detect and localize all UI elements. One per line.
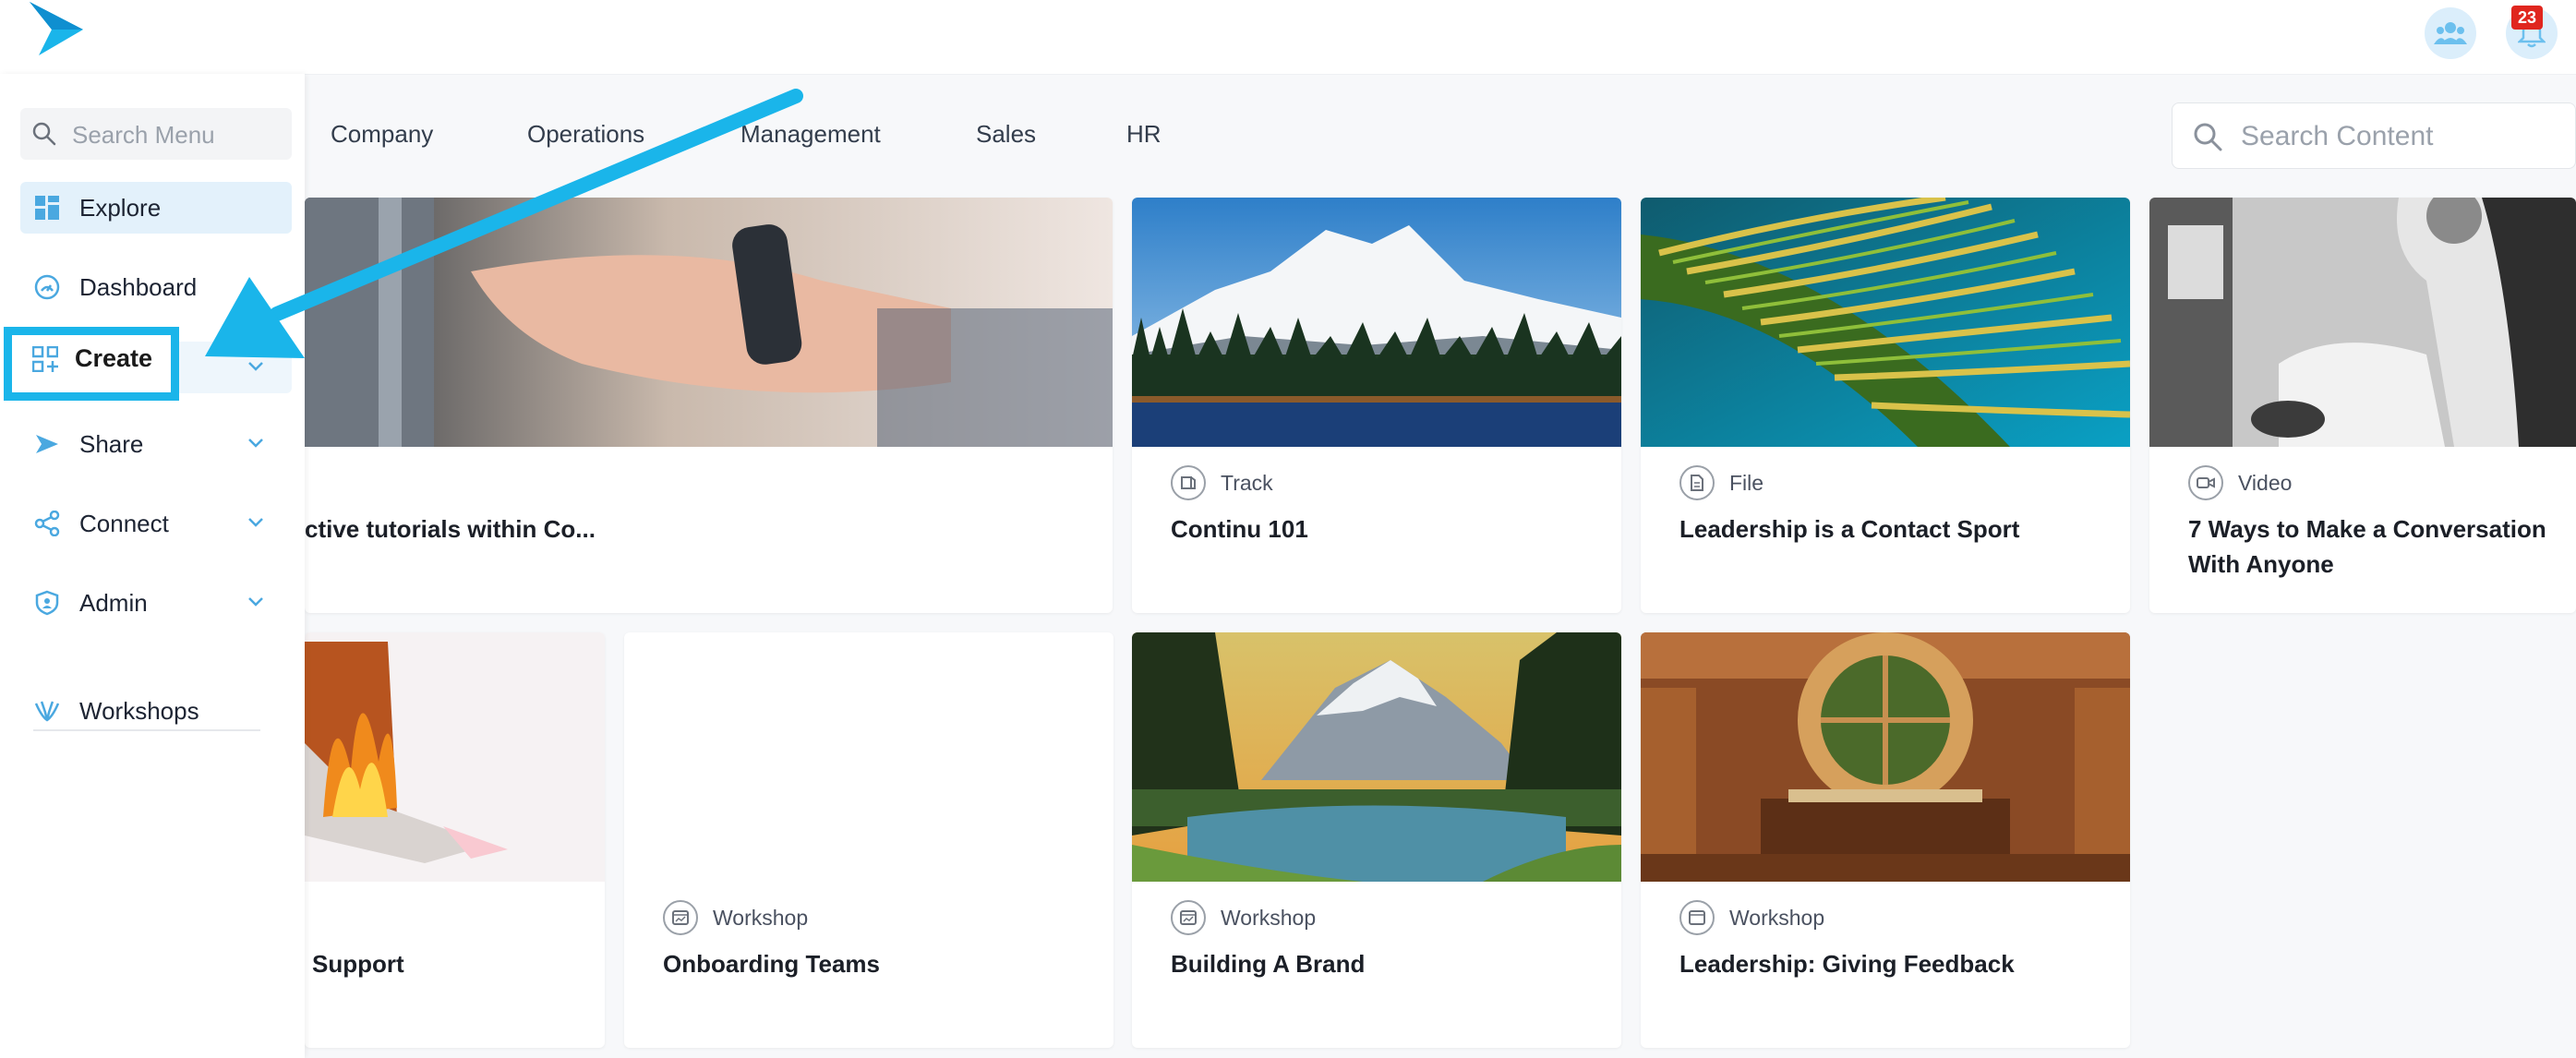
track-icon [1171, 465, 1206, 500]
card-thumbnail [1641, 632, 2130, 882]
tab-company[interactable]: Company [331, 120, 433, 149]
sidebar-item-label: Workshops [79, 696, 199, 725]
workshop-icon [1171, 900, 1206, 935]
card-type: Workshop [663, 900, 808, 935]
card-thumbnail [1132, 198, 1621, 447]
card-type: File [1679, 465, 1763, 500]
tab-sales[interactable]: Sales [976, 120, 1036, 149]
card-type-label: Track [1221, 470, 1273, 495]
card-title: Onboarding Teams [663, 950, 880, 978]
content-card[interactable]: Workshop Leadership: Giving Feedback [1641, 632, 2130, 1048]
sidebar-item-label: Explore [79, 193, 162, 222]
tab-management[interactable]: Management [740, 120, 881, 149]
chevron-down-icon [248, 362, 263, 371]
content-search[interactable] [2172, 102, 2576, 170]
notification-badge: 23 [2511, 6, 2543, 30]
sidebar-item-label: Admin [79, 588, 148, 617]
card-title: Continu 101 [1171, 515, 1308, 543]
sidebar-item-label: Dashboard [79, 272, 198, 301]
logo-icon[interactable] [28, 2, 85, 57]
sidebar-item-connect[interactable]: Connect [20, 498, 292, 549]
sidebar-item-share[interactable]: Share [20, 418, 292, 470]
search-menu-input[interactable] [70, 108, 286, 162]
sidebar-item-label: Create [75, 344, 153, 372]
card-type-label: File [1729, 470, 1764, 495]
dashboard-icon [33, 273, 61, 301]
sidebar-item-explore[interactable]: Explore [20, 182, 292, 234]
card-type: Video [2188, 465, 2292, 500]
card-title: Building A Brand [1171, 950, 1366, 978]
sidebar-item-admin[interactable]: Admin [20, 577, 292, 629]
sidebar-item-label: Share [79, 429, 144, 458]
share-icon [33, 430, 61, 458]
search-icon [32, 122, 56, 146]
search-icon [2194, 123, 2222, 151]
card-title: 7 Ways to Make a Conversation With Anyon… [2188, 515, 2546, 578]
card-title: ctive tutorials within Co... [305, 515, 596, 543]
create-icon [32, 345, 60, 373]
card-type-label: Workshop [1221, 905, 1317, 930]
content-card[interactable]: File Leadership is a Contact Sport [1641, 198, 2130, 613]
card-thumbnail [305, 198, 1113, 447]
sidebar: Explore Dashboard Share Connect Admin [0, 74, 305, 1058]
admin-icon [33, 589, 61, 617]
content-card[interactable]: Workshop Onboarding Teams [624, 632, 1113, 1048]
content-card[interactable]: Support [305, 632, 605, 1048]
workshops-icon [33, 697, 61, 725]
workshop-icon [1679, 900, 1715, 935]
card-thumbnail [2149, 198, 2576, 447]
card-title: Support [312, 950, 404, 978]
card-title: Leadership is a Contact Sport [1679, 515, 2020, 543]
top-bar: 23 [0, 0, 2576, 75]
file-icon [1679, 465, 1715, 500]
card-thumbnail [305, 632, 605, 882]
card-type: Workshop [1679, 900, 1824, 935]
card-type-label: Video [2238, 470, 2293, 495]
sidebar-item-create[interactable]: Create [4, 327, 179, 401]
card-type: Workshop [1171, 900, 1316, 935]
sidebar-item-label: Connect [79, 509, 169, 537]
card-type-label: Workshop [1729, 905, 1825, 930]
card-type: Track [1171, 465, 1273, 500]
content-card[interactable]: Track Continu 101 [1132, 198, 1621, 613]
chevron-down-icon [248, 597, 263, 607]
chevron-down-icon [248, 439, 263, 448]
card-title: Leadership: Giving Feedback [1679, 950, 2015, 978]
search-content-input[interactable] [2239, 103, 2557, 170]
connect-icon [33, 510, 61, 537]
card-thumbnail [1641, 198, 2130, 447]
team-icon[interactable] [2425, 7, 2476, 59]
card-type-label: Workshop [713, 905, 809, 930]
content-card[interactable]: ctive tutorials within Co... [305, 198, 1113, 613]
content-card[interactable]: Workshop Building A Brand [1132, 632, 1621, 1048]
workshop-icon [663, 900, 698, 935]
explore-icon [33, 194, 61, 222]
chevron-down-icon [248, 518, 263, 527]
video-icon [2188, 465, 2223, 500]
tab-hr[interactable]: HR [1126, 120, 1162, 149]
sidebar-item-dashboard[interactable]: Dashboard [20, 261, 292, 313]
sidebar-item-workshops[interactable]: Workshops [20, 685, 292, 737]
menu-search[interactable] [20, 108, 292, 162]
content-card[interactable]: Video 7 Ways to Make a Conversation With… [2149, 198, 2576, 613]
tab-operations[interactable]: Operations [527, 120, 644, 149]
card-thumbnail [1132, 632, 1621, 882]
